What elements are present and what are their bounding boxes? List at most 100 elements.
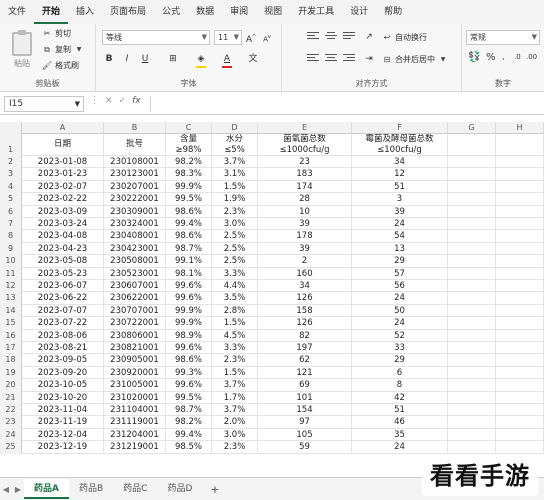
table-cell-a[interactable]: 2023-11-19 (22, 416, 104, 429)
table-cell-a[interactable]: 2023-05-08 (22, 255, 104, 268)
empty-cell[interactable] (496, 180, 544, 194)
table-cell-e[interactable]: 34 (258, 280, 352, 293)
table-cell-b[interactable]: 231104001 (104, 404, 166, 417)
header-cell-c[interactable]: 含量 ≥98% (166, 134, 212, 156)
table-cell-a[interactable]: 2023-09-05 (22, 354, 104, 367)
menu-tab[interactable]: 审阅 (222, 0, 256, 24)
menu-tab[interactable]: 设计 (342, 0, 376, 24)
empty-cell[interactable] (496, 329, 544, 342)
table-cell-b[interactable]: 230123001 (104, 168, 166, 181)
italic-button[interactable]: I (120, 52, 134, 66)
table-cell-b[interactable]: 230607001 (104, 280, 166, 293)
copy-button[interactable]: ⧉ 复制 ▼ (42, 44, 84, 55)
align-bottom-icon[interactable] (342, 30, 356, 43)
empty-cell[interactable] (448, 428, 496, 442)
formula-input[interactable] (150, 96, 540, 112)
table-cell-a[interactable]: 2023-04-23 (22, 242, 104, 256)
sheet-tab[interactable]: 药品D (157, 479, 202, 499)
table-cell-a[interactable]: 2023-12-04 (22, 428, 104, 442)
table-cell-f[interactable]: 54 (352, 230, 448, 243)
table-cell-e[interactable]: 178 (258, 230, 352, 243)
table-cell-c[interactable]: 98.2% (166, 416, 212, 429)
table-cell-b[interactable]: 230207001 (104, 180, 166, 194)
table-cell-c[interactable]: 99.3% (166, 366, 212, 380)
empty-cell[interactable] (496, 317, 544, 330)
phonetic-icon[interactable]: 文 (246, 52, 260, 66)
add-sheet-button[interactable]: + (202, 483, 227, 496)
table-cell-d[interactable]: 3.5% (212, 292, 258, 305)
row-header[interactable]: 5 (0, 193, 22, 206)
table-cell-b[interactable]: 230707001 (104, 304, 166, 318)
table-cell-f[interactable]: 29 (352, 354, 448, 367)
row-header[interactable]: 15 (0, 317, 22, 330)
table-cell-c[interactable]: 98.3% (166, 168, 212, 181)
empty-cell[interactable] (448, 391, 496, 404)
empty-cell[interactable] (496, 292, 544, 305)
empty-cell[interactable] (496, 366, 544, 380)
table-cell-d[interactable]: 1.5% (212, 317, 258, 330)
empty-cell[interactable] (448, 366, 496, 380)
table-cell-f[interactable]: 12 (352, 168, 448, 181)
cut-button[interactable]: ✂ 剪切 (42, 28, 71, 39)
empty-cell[interactable] (448, 168, 496, 181)
row-header[interactable]: 17 (0, 342, 22, 355)
empty-cell[interactable] (448, 193, 496, 206)
table-cell-e[interactable]: 183 (258, 168, 352, 181)
table-cell-f[interactable]: 33 (352, 342, 448, 355)
table-cell-d[interactable]: 2.0% (212, 416, 258, 429)
empty-cell[interactable] (448, 230, 496, 243)
table-cell-a[interactable]: 2023-01-23 (22, 168, 104, 181)
table-cell-f[interactable]: 24 (352, 317, 448, 330)
column-header-d[interactable]: D (212, 122, 258, 134)
table-cell-d[interactable]: 3.7% (212, 404, 258, 417)
table-cell-e[interactable]: 121 (258, 366, 352, 380)
table-cell-b[interactable]: 230523001 (104, 267, 166, 280)
table-cell-f[interactable]: 24 (352, 218, 448, 231)
table-cell-a[interactable]: 2023-03-24 (22, 218, 104, 231)
row-header[interactable]: 7 (0, 218, 22, 231)
table-cell-d[interactable]: 2.8% (212, 304, 258, 318)
empty-cell[interactable] (448, 304, 496, 318)
table-cell-e[interactable]: 10 (258, 205, 352, 218)
borders-icon[interactable]: ⊞ (166, 52, 180, 66)
table-cell-c[interactable]: 99.9% (166, 317, 212, 330)
table-cell-c[interactable]: 99.6% (166, 342, 212, 355)
decrease-decimal-icon[interactable]: .00 (526, 53, 537, 61)
table-cell-e[interactable]: 82 (258, 329, 352, 342)
table-cell-d[interactable]: 2.5% (212, 230, 258, 243)
table-cell-f[interactable]: 39 (352, 205, 448, 218)
column-header-a[interactable]: A (22, 122, 104, 134)
table-cell-e[interactable]: 154 (258, 404, 352, 417)
table-cell-d[interactable]: 1.5% (212, 180, 258, 194)
empty-cell[interactable] (448, 205, 496, 218)
font-color-icon[interactable]: A (220, 52, 234, 66)
table-cell-e[interactable]: 158 (258, 304, 352, 318)
table-cell-e[interactable]: 28 (258, 193, 352, 206)
font-size-select[interactable]: 11 ▼ (214, 30, 242, 45)
empty-cell[interactable] (448, 329, 496, 342)
table-cell-e[interactable]: 126 (258, 317, 352, 330)
table-cell-d[interactable]: 2.3% (212, 354, 258, 367)
table-cell-d[interactable]: 2.3% (212, 441, 258, 454)
name-box[interactable]: I15 ▼ (4, 96, 84, 112)
row-header[interactable]: 8 (0, 230, 22, 243)
empty-cell[interactable] (448, 342, 496, 355)
empty-cell[interactable] (448, 416, 496, 429)
table-cell-e[interactable]: 126 (258, 292, 352, 305)
wrap-text-button[interactable]: ↩ 自动换行 (382, 32, 427, 43)
table-cell-a[interactable]: 2023-04-08 (22, 230, 104, 243)
empty-cell[interactable] (496, 342, 544, 355)
table-cell-a[interactable]: 2023-10-20 (22, 391, 104, 404)
menu-tab[interactable]: 公式 (154, 0, 188, 24)
table-cell-c[interactable]: 99.5% (166, 391, 212, 404)
row-header[interactable]: 1 (0, 143, 22, 156)
table-cell-c[interactable]: 98.9% (166, 329, 212, 342)
empty-cell[interactable] (448, 280, 496, 293)
row-header[interactable]: 24 (0, 428, 22, 442)
align-middle-icon[interactable] (324, 30, 338, 43)
menu-dots-icon[interactable]: ⋮ (90, 96, 99, 106)
empty-cell[interactable] (496, 242, 544, 256)
row-header[interactable]: 10 (0, 255, 22, 268)
table-cell-f[interactable]: 56 (352, 280, 448, 293)
empty-cell[interactable] (448, 180, 496, 194)
